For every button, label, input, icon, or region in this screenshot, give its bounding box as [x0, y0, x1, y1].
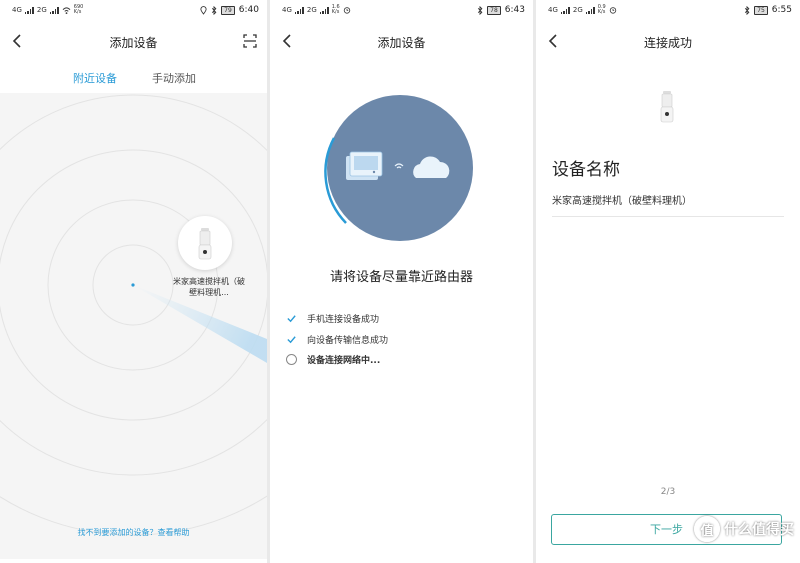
watermark: 值 什么值得买	[694, 516, 794, 542]
status-bar: 4G 2G 690 K/s 79 6:40	[0, 0, 267, 22]
bluetooth-icon	[745, 5, 750, 15]
network-label: 2G	[306, 6, 317, 14]
net-speed: 1.6 K/s	[331, 4, 340, 15]
step-label: 向设备传输信息成功	[307, 336, 389, 346]
radar-center-dot	[131, 283, 135, 287]
check-icon	[287, 315, 296, 323]
battery-icon: 79	[221, 5, 235, 15]
status-bar: 4G 2G 0.9 K/s 75 6:55	[536, 0, 800, 22]
wifi-icon	[62, 6, 71, 14]
step-item: 手机连接设备成功	[286, 312, 379, 325]
router-icon	[346, 151, 383, 180]
location-icon	[200, 5, 207, 15]
loading-icon	[286, 354, 297, 365]
alarm-icon	[609, 7, 616, 14]
tab-manual-add[interactable]: 手动添加	[152, 70, 196, 86]
panel-connected: 4G 2G 0.9 K/s 75 6:55 连接成功 设备名称 米家高速搅拌机（…	[536, 0, 800, 563]
bluetooth-icon	[212, 5, 217, 15]
top-bar: 添加设备	[270, 30, 533, 54]
tab-bar: 附近设备 手动添加	[0, 68, 267, 88]
clock: 6:43	[504, 5, 525, 15]
signal-icon	[585, 6, 595, 14]
signal-icon	[49, 6, 59, 14]
connection-illustration	[324, 95, 473, 241]
radar-scan-area	[0, 93, 267, 559]
signal-icon	[24, 6, 34, 14]
page-indicator: 2/3	[660, 487, 676, 497]
battery-icon: 75	[754, 5, 768, 15]
help-link[interactable]: 找不到要添加的设备？查看帮助	[0, 527, 267, 538]
step-item: 设备连接网络中...	[286, 353, 380, 366]
device-name-label: 米家高速搅拌机（破壁料理机...	[173, 277, 245, 297]
page-title: 添加设备	[109, 36, 158, 50]
network-label: 4G	[548, 6, 558, 14]
signal-icon	[294, 6, 304, 14]
step-label: 设备连接网络中...	[307, 356, 381, 366]
panel-nearby-devices: 4G 2G 690 K/s 79 6:40 添加设备 附近设备 手动添加 米家高…	[0, 0, 267, 563]
clock: 6:55	[771, 5, 792, 15]
status-bar: 4G 2G 1.6 K/s 78 6:43	[270, 0, 533, 22]
tab-nearby-devices[interactable]: 附近设备	[73, 70, 117, 86]
battery-icon: 78	[487, 5, 501, 15]
alarm-icon	[343, 7, 350, 14]
signal-icon	[560, 6, 570, 14]
net-speed: 0.9 K/s	[597, 4, 606, 15]
step-item: 向设备传输信息成功	[286, 333, 388, 346]
device-name-field[interactable]: 米家高速搅拌机（破壁料理机）	[552, 192, 692, 207]
network-label: 4G	[12, 6, 22, 14]
blender-icon	[660, 91, 674, 123]
step-label: 手机连接设备成功	[307, 315, 380, 325]
radar-rings	[0, 94, 267, 536]
watermark-text: 什么值得买	[724, 522, 794, 538]
network-label: 2G	[36, 6, 47, 14]
top-bar: 添加设备	[0, 30, 267, 54]
scan-icon[interactable]	[243, 34, 257, 48]
network-label: 2G	[572, 6, 583, 14]
page-title: 添加设备	[377, 36, 426, 50]
panel-connecting: 4G 2G 1.6 K/s 78 6:43 添加设备 请将设备尽量靠近路由器 手…	[270, 0, 533, 563]
clock: 6:40	[238, 5, 259, 15]
signal-icon	[319, 6, 329, 14]
bluetooth-icon	[478, 5, 483, 15]
net-speed: 690 K/s	[73, 4, 84, 15]
field-underline	[552, 216, 784, 217]
screenshot-collage: 4G 2G 690 K/s 79 6:40 添加设备 附近设备 手动添加 米家高…	[0, 0, 800, 563]
page-title: 连接成功	[643, 36, 692, 50]
device-name-heading: 设备名称	[552, 160, 620, 180]
blender-icon	[198, 228, 212, 260]
instruction-text: 请将设备尽量靠近路由器	[329, 270, 473, 285]
network-label: 4G	[282, 6, 292, 14]
check-icon	[287, 336, 296, 344]
device-bubble[interactable]	[178, 216, 232, 270]
top-bar: 连接成功	[536, 30, 800, 54]
watermark-logo-icon: 值	[694, 516, 720, 542]
